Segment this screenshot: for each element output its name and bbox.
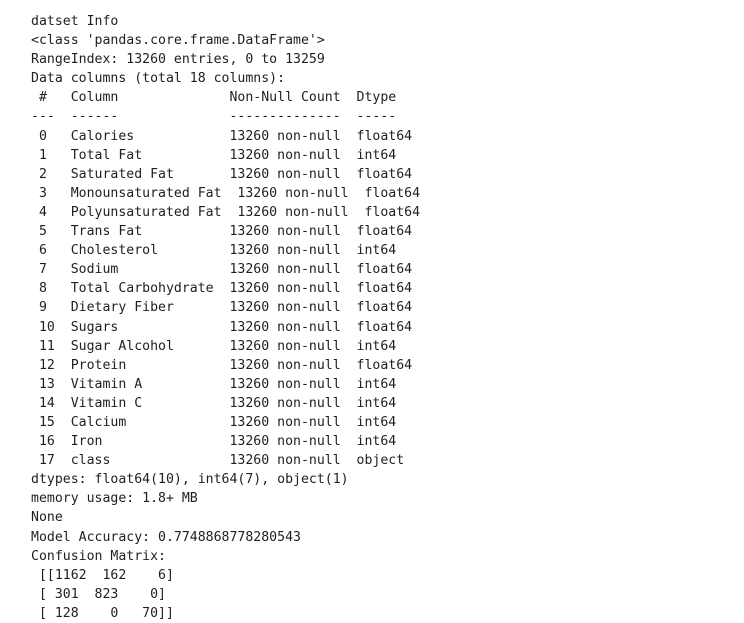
none-line: None	[31, 510, 63, 526]
range-index-line: RangeIndex: 13260 entries, 0 to 13259	[31, 52, 325, 68]
matrix-row: [[1162 162 6]	[31, 567, 174, 583]
data-columns-line: Data columns (total 18 columns):	[31, 71, 286, 87]
column-row: 16 Iron 13260 non-null int64	[31, 434, 413, 450]
column-row: 14 Vitamin C 13260 non-null int64	[31, 395, 413, 411]
column-row: 4 Polyunsaturated Fat 13260 non-null flo…	[31, 204, 421, 220]
column-row: 11 Sugar Alcohol 13260 non-null int64	[31, 338, 413, 354]
column-row: 6 Cholesterol 13260 non-null int64	[31, 243, 413, 259]
column-row: 17 class 13260 non-null object	[31, 453, 413, 469]
memory-line: memory usage: 1.8+ MB	[31, 491, 198, 507]
column-row: 0 Calories 13260 non-null float64	[31, 128, 413, 144]
confusion-matrix-label: Confusion Matrix:	[31, 548, 166, 564]
column-row: 7 Sodium 13260 non-null float64	[31, 262, 413, 278]
console-output: datset Info <class 'pandas.core.frame.Da…	[31, 12, 420, 623]
column-row: 9 Dietary Fiber 13260 non-null float64	[31, 300, 413, 316]
column-row: 13 Vitamin A 13260 non-null int64	[31, 376, 413, 392]
column-row: 12 Protein 13260 non-null float64	[31, 357, 413, 373]
dtypes-line: dtypes: float64(10), int64(7), object(1)	[31, 472, 349, 488]
columns-separator: --- ------ -------------- -----	[31, 109, 413, 125]
column-row: 15 Calcium 13260 non-null int64	[31, 414, 413, 430]
matrix-row: [ 128 0 70]]	[31, 605, 174, 621]
column-row: 2 Saturated Fat 13260 non-null float64	[31, 166, 413, 182]
accuracy-line: Model Accuracy: 0.7748868778280543	[31, 529, 301, 545]
column-row: 1 Total Fat 13260 non-null int64	[31, 147, 413, 163]
class-line: <class 'pandas.core.frame.DataFrame'>	[31, 33, 325, 49]
column-row: 10 Sugars 13260 non-null float64	[31, 319, 413, 335]
column-row: 3 Monounsaturated Fat 13260 non-null flo…	[31, 185, 421, 201]
matrix-row: [ 301 823 0]	[31, 586, 166, 602]
info-title: datset Info	[31, 14, 119, 29]
column-row: 5 Trans Fat 13260 non-null float64	[31, 224, 413, 240]
columns-header: # Column Non-Null Count Dtype	[31, 90, 413, 106]
column-row: 8 Total Carbohydrate 13260 non-null floa…	[31, 281, 413, 297]
